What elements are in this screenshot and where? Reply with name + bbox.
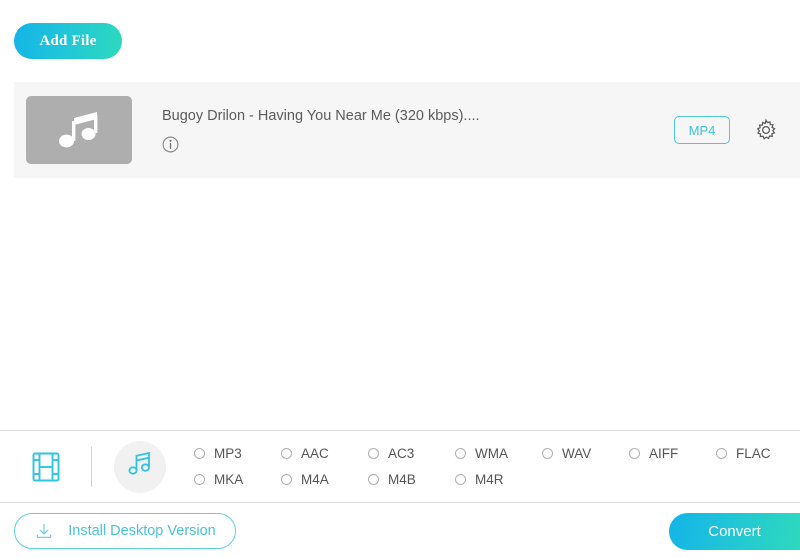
radio-icon[interactable] — [281, 474, 292, 485]
radio-icon[interactable] — [194, 448, 205, 459]
format-option-flac[interactable]: FLAC — [716, 441, 800, 467]
radio-icon[interactable] — [629, 448, 640, 459]
format-option-label: M4A — [301, 472, 329, 487]
download-icon — [34, 521, 54, 541]
format-option-label: AIFF — [649, 446, 679, 461]
format-option-m4r[interactable]: M4R — [455, 467, 542, 493]
install-button-label: Install Desktop Version — [68, 522, 216, 539]
gear-icon[interactable] — [754, 118, 778, 142]
format-option-mka[interactable]: MKA — [194, 467, 281, 493]
format-option-label: M4R — [475, 472, 504, 487]
file-title: Bugoy Drilon - Having You Near Me (320 k… — [162, 108, 480, 124]
film-strip-icon[interactable] — [25, 446, 67, 488]
format-option-label: M4B — [388, 472, 416, 487]
audio-converter-app: Add File Bugoy Drilon - Having You Near … — [0, 0, 800, 558]
panel-divider — [91, 446, 92, 487]
format-option-label: MKA — [214, 472, 244, 487]
file-list: Bugoy Drilon - Having You Near Me (320 k… — [0, 82, 800, 430]
add-file-button[interactable]: Add File — [14, 23, 122, 59]
format-option-label: MP3 — [214, 446, 242, 461]
audio-tab-button[interactable] — [114, 440, 166, 493]
file-thumbnail — [26, 96, 132, 164]
format-option-aiff[interactable]: AIFF — [629, 441, 716, 467]
radio-icon[interactable] — [542, 448, 553, 459]
format-option-label: AAC — [301, 446, 329, 461]
format-option-aac[interactable]: AAC — [281, 441, 368, 467]
output-format-button[interactable]: MP4 — [674, 116, 730, 144]
radio-icon[interactable] — [368, 448, 379, 459]
music-note-icon — [125, 449, 155, 484]
format-options: MP3 AAC AC3 WMA WAV AIFF FLAC MKA M4A M4… — [194, 441, 800, 493]
format-option-label: FLAC — [736, 446, 771, 461]
format-option-label: WAV — [562, 446, 592, 461]
info-icon[interactable] — [162, 136, 179, 153]
radio-icon[interactable] — [455, 474, 466, 485]
format-panel: MP3 AAC AC3 WMA WAV AIFF FLAC MKA M4A M4… — [0, 430, 800, 502]
format-option-wma[interactable]: WMA — [455, 441, 542, 467]
radio-icon[interactable] — [716, 448, 727, 459]
bottom-bar: Install Desktop Version Convert — [0, 502, 800, 558]
format-option-m4b[interactable]: M4B — [368, 467, 455, 493]
format-option-label: WMA — [475, 446, 508, 461]
radio-icon[interactable] — [194, 474, 205, 485]
file-info: Bugoy Drilon - Having You Near Me (320 k… — [132, 107, 674, 153]
install-desktop-version-button[interactable]: Install Desktop Version — [14, 512, 236, 549]
format-option-mp3[interactable]: MP3 — [194, 441, 281, 467]
format-option-label: AC3 — [388, 446, 415, 461]
convert-button[interactable]: Convert — [669, 513, 800, 550]
radio-icon[interactable] — [455, 448, 466, 459]
radio-icon[interactable] — [368, 474, 379, 485]
format-option-m4a[interactable]: M4A — [281, 467, 368, 493]
radio-icon[interactable] — [281, 448, 292, 459]
file-list-item[interactable]: Bugoy Drilon - Having You Near Me (320 k… — [14, 82, 800, 178]
music-note-icon — [56, 109, 102, 151]
format-option-wav[interactable]: WAV — [542, 441, 629, 467]
toolbar: Add File — [0, 0, 800, 82]
format-option-ac3[interactable]: AC3 — [368, 441, 455, 467]
